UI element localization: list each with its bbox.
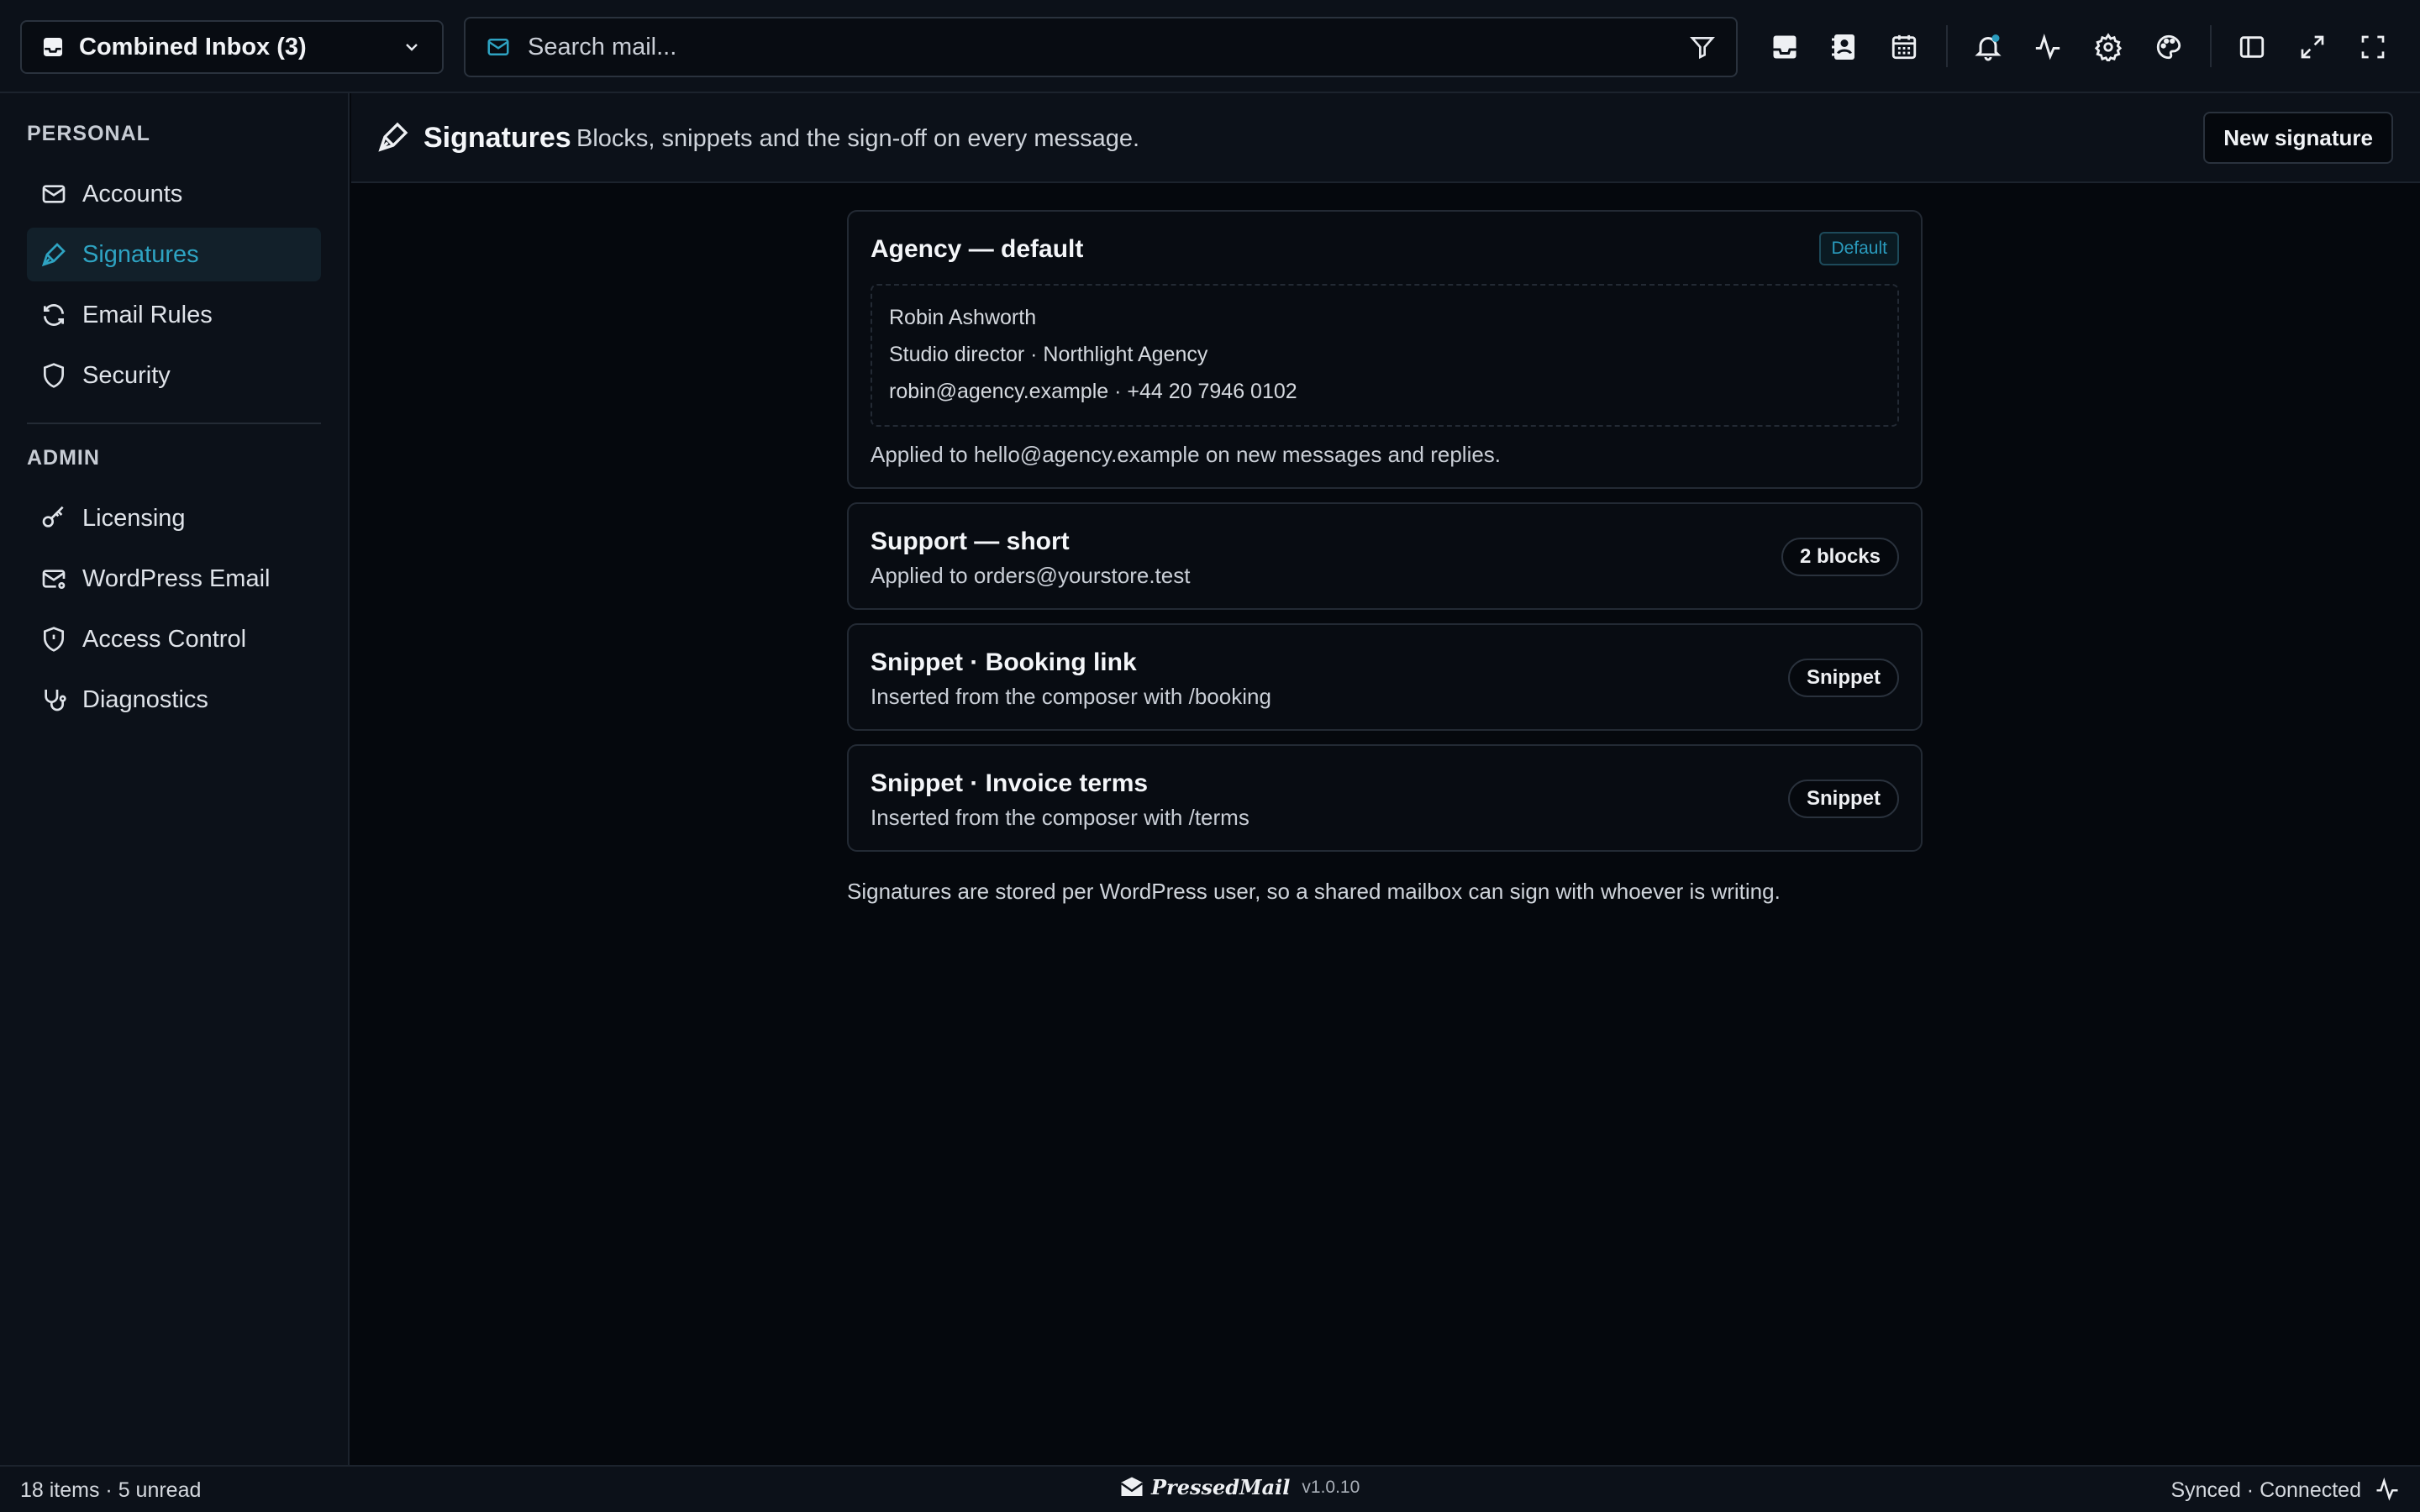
signature-title: Snippet · Booking link xyxy=(871,648,1137,676)
envelope-logo-icon xyxy=(1119,1476,1144,1499)
sidebar-item-licensing[interactable]: Licensing xyxy=(27,491,321,545)
app-version: v1.0.10 xyxy=(1302,1477,1360,1497)
signature-card-support-short[interactable]: Support — short Applied to orders@yourst… xyxy=(847,502,1923,610)
inbox-selector[interactable]: Combined Inbox (3) xyxy=(20,20,444,74)
sidebar-item-email-rules[interactable]: Email Rules xyxy=(27,288,321,342)
signature-name: Robin Ashworth xyxy=(889,306,1037,329)
blocks-count-pill: 2 blocks xyxy=(1781,538,1899,576)
signature-subtitle: Inserted from the composer with /terms xyxy=(871,805,1249,830)
activity-icon[interactable] xyxy=(2028,27,2068,67)
mail-settings-icon xyxy=(39,564,69,594)
signature-card-booking-link[interactable]: Snippet · Booking link Inserted from the… xyxy=(847,623,1923,731)
signature-card-agency-default[interactable]: Agency — default Default Robin Ashworth … xyxy=(847,210,1923,489)
sidebar-item-label: Signatures xyxy=(82,240,199,268)
shield-icon xyxy=(39,360,69,391)
pen-icon xyxy=(376,120,413,157)
contacts-icon[interactable] xyxy=(1824,27,1865,67)
signature-preview: Robin Ashworth Studio director · Northli… xyxy=(871,284,1899,427)
signatures-footnote: Signatures are stored per WordPress user… xyxy=(847,879,1781,904)
bell-icon[interactable] xyxy=(1968,27,2008,67)
sidebar-item-access-control[interactable]: Access Control xyxy=(27,612,321,666)
sidebar-item-label: Licensing xyxy=(82,504,186,532)
sidebar-divider xyxy=(27,423,321,424)
sidebar-item-wordpress-email[interactable]: WordPress Email xyxy=(27,552,321,606)
gear-icon[interactable] xyxy=(2088,27,2128,67)
app-window: Combined Inbox (3) Search mail... PERSON… xyxy=(0,0,2420,1512)
signature-contact: robin@agency.example · +44 20 7946 0102 xyxy=(889,380,1297,403)
signature-subtitle: Inserted from the composer with /booking xyxy=(871,684,1271,709)
section-title-admin: ADMIN xyxy=(27,446,100,470)
sidebar-item-security[interactable]: Security xyxy=(27,349,321,402)
pen-icon xyxy=(39,239,69,270)
snippet-pill: Snippet xyxy=(1788,780,1899,818)
chevron-down-icon xyxy=(402,37,422,57)
sidebar-item-label: WordPress Email xyxy=(82,564,271,592)
search-input[interactable] xyxy=(528,33,1689,61)
sync-status: Synced · Connected xyxy=(2170,1478,2361,1502)
sidebar-item-diagnostics[interactable]: Diagnostics xyxy=(27,673,321,727)
page-title: Signatures xyxy=(424,122,571,154)
toolbar-divider xyxy=(2210,25,2212,67)
snippet-pill: Snippet xyxy=(1788,659,1899,697)
filter-icon[interactable] xyxy=(1689,34,1716,60)
settings-sidebar: PERSONAL Accounts Signatures Email Rules… xyxy=(0,93,350,1465)
sidebar-toggle-icon[interactable] xyxy=(2232,27,2272,67)
sidebar-item-label: Email Rules xyxy=(82,301,213,328)
refresh-icon xyxy=(39,300,69,330)
signature-card-invoice-terms[interactable]: Snippet · Invoice terms Inserted from th… xyxy=(847,744,1923,852)
signature-title: Agency — default xyxy=(871,235,1084,263)
sidebar-item-label: Accounts xyxy=(82,180,183,207)
inbox-icon xyxy=(42,36,64,58)
sidebar-item-signatures[interactable]: Signatures xyxy=(27,228,321,281)
top-bar: Combined Inbox (3) xyxy=(0,0,2420,93)
calendar-icon[interactable] xyxy=(1884,27,1924,67)
signature-subtitle: Applied to orders@yourstore.test xyxy=(871,563,1191,588)
signature-title: Snippet · Invoice terms xyxy=(871,769,1149,797)
status-bar: 18 items · 5 unread PressedMail v1.0.10 … xyxy=(0,1465,2420,1512)
search-mail-icon xyxy=(486,34,511,60)
inbox-icon[interactable] xyxy=(1765,27,1805,67)
signature-role: Studio director · Northlight Agency xyxy=(889,343,1208,366)
sidebar-item-label: Diagnostics xyxy=(82,685,208,713)
item-count: 18 items · 5 unread xyxy=(20,1478,202,1502)
page-header: Signatures Blocks, snippets and the sign… xyxy=(351,93,2420,183)
section-title-personal: PERSONAL xyxy=(27,122,150,145)
brand-logo: PressedMail v1.0.10 xyxy=(1119,1475,1360,1499)
default-badge: Default xyxy=(1819,232,1899,265)
expand-icon[interactable] xyxy=(2292,27,2333,67)
activity-icon[interactable] xyxy=(2375,1477,2402,1504)
new-signature-button[interactable]: New signature xyxy=(2203,112,2393,164)
search-bar xyxy=(464,17,1738,77)
sidebar-item-label: Security xyxy=(82,361,171,389)
fullscreen-icon[interactable] xyxy=(2353,27,2393,67)
key-icon xyxy=(39,503,69,533)
page-description: Blocks, snippets and the sign-off on eve… xyxy=(576,125,1140,152)
signature-note: Applied to hello@agency.example on new m… xyxy=(871,442,1502,467)
mail-icon xyxy=(39,179,69,209)
signature-title: Support — short xyxy=(871,528,1070,555)
toolbar-divider xyxy=(1946,25,1948,67)
sidebar-item-label: Access Control xyxy=(82,625,247,653)
inbox-selector-label: Combined Inbox (3) xyxy=(79,33,307,60)
stethoscope-icon xyxy=(39,685,69,715)
sidebar-item-accounts[interactable]: Accounts xyxy=(27,167,321,221)
palette-icon[interactable] xyxy=(2149,27,2189,67)
brand-name: PressedMail xyxy=(1151,1475,1291,1499)
shield-alert-icon xyxy=(39,624,69,654)
